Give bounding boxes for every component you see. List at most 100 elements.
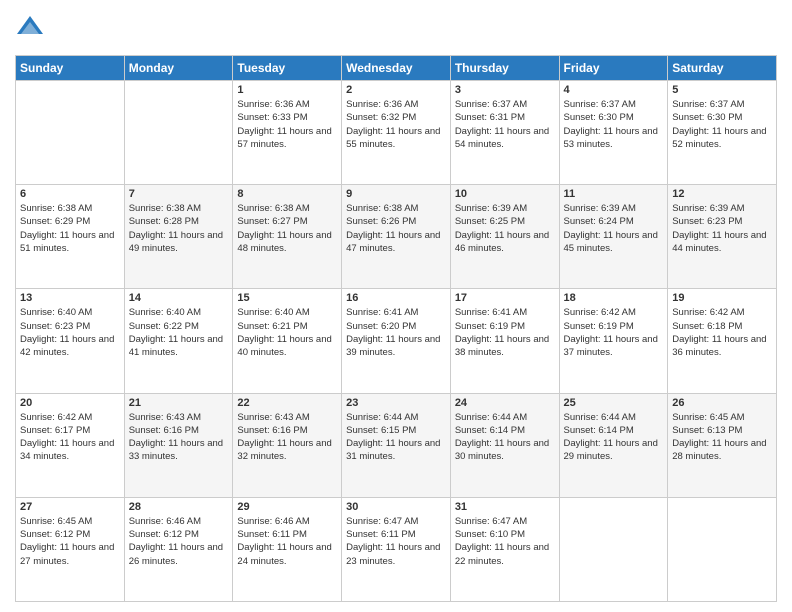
day-info: Sunrise: 6:42 AMSunset: 6:19 PMDaylight:… [564, 306, 664, 359]
day-info: Sunrise: 6:38 AMSunset: 6:26 PMDaylight:… [346, 202, 446, 255]
day-info: Sunrise: 6:38 AMSunset: 6:29 PMDaylight:… [20, 202, 120, 255]
day-info: Sunrise: 6:36 AMSunset: 6:32 PMDaylight:… [346, 98, 446, 151]
day-number: 22 [237, 397, 337, 409]
day-info: Sunrise: 6:43 AMSunset: 6:16 PMDaylight:… [237, 411, 337, 464]
day-number: 9 [346, 188, 446, 200]
calendar-cell: 5Sunrise: 6:37 AMSunset: 6:30 PMDaylight… [668, 81, 777, 185]
calendar-cell: 31 Sunrise: 6:47 AMSunset: 6:10 PMDayligh… [450, 497, 559, 601]
day-number: 26 [672, 397, 772, 409]
calendar-cell: 24 Sunrise: 6:44 AMSunset: 6:14 PMDayligh… [450, 393, 559, 497]
weekday-header-saturday: Saturday [668, 56, 777, 81]
calendar-cell: 30 Sunrise: 6:47 AMSunset: 6:11 PMDayligh… [342, 497, 451, 601]
day-info: Sunrise: 6:47 AMSunset: 6:10 PMDaylight:… [455, 515, 555, 568]
day-number: 23 [346, 397, 446, 409]
weekday-header-row: SundayMondayTuesdayWednesdayThursdayFrid… [16, 56, 777, 81]
day-number: 7 [129, 188, 229, 200]
day-info: Sunrise: 6:40 AMSunset: 6:22 PMDaylight:… [129, 306, 229, 359]
day-info: Sunrise: 6:43 AMSunset: 6:16 PMDaylight:… [129, 411, 229, 464]
day-number: 1 [237, 84, 337, 96]
day-number: 30 [346, 501, 446, 513]
day-info: Sunrise: 6:40 AMSunset: 6:21 PMDaylight:… [237, 306, 337, 359]
day-info: Sunrise: 6:46 AMSunset: 6:11 PMDaylight:… [237, 515, 337, 568]
day-info: Sunrise: 6:42 AMSunset: 6:17 PMDaylight:… [20, 411, 120, 464]
day-info: Sunrise: 6:37 AMSunset: 6:30 PMDaylight:… [672, 98, 772, 151]
calendar-cell: 18 Sunrise: 6:42 AMSunset: 6:19 PMDayligh… [559, 289, 668, 393]
calendar-cell: 8Sunrise: 6:38 AMSunset: 6:27 PMDaylight… [233, 185, 342, 289]
day-number: 10 [455, 188, 555, 200]
calendar-cell: 23 Sunrise: 6:44 AMSunset: 6:15 PMDayligh… [342, 393, 451, 497]
calendar-cell: 2 Sunrise: 6:36 AMSunset: 6:32 PMDaylight… [342, 81, 451, 185]
calendar-table: SundayMondayTuesdayWednesdayThursdayFrid… [15, 55, 777, 602]
logo [15, 10, 49, 47]
weekday-header-wednesday: Wednesday [342, 56, 451, 81]
day-number: 14 [129, 292, 229, 304]
calendar-cell: 1 Sunrise: 6:36 AMSunset: 6:33 PMDaylight… [233, 81, 342, 185]
calendar-cell [16, 81, 125, 185]
calendar-week-1: 1 Sunrise: 6:36 AMSunset: 6:33 PMDaylight… [16, 81, 777, 185]
day-info: Sunrise: 6:40 AMSunset: 6:23 PMDaylight:… [20, 306, 120, 359]
weekday-header-thursday: Thursday [450, 56, 559, 81]
day-number: 4 [564, 84, 664, 96]
day-number: 17 [455, 292, 555, 304]
day-info: Sunrise: 6:41 AMSunset: 6:19 PMDaylight:… [455, 306, 555, 359]
day-info: Sunrise: 6:47 AMSunset: 6:11 PMDaylight:… [346, 515, 446, 568]
day-number: 29 [237, 501, 337, 513]
day-info: Sunrise: 6:45 AMSunset: 6:13 PMDaylight:… [672, 411, 772, 464]
day-number: 31 [455, 501, 555, 513]
day-info: Sunrise: 6:44 AMSunset: 6:14 PMDaylight:… [455, 411, 555, 464]
calendar-cell: 26 Sunrise: 6:45 AMSunset: 6:13 PMDayligh… [668, 393, 777, 497]
day-number: 15 [237, 292, 337, 304]
day-number: 28 [129, 501, 229, 513]
day-number: 25 [564, 397, 664, 409]
day-number: 18 [564, 292, 664, 304]
calendar-cell: 10Sunrise: 6:39 AMSunset: 6:25 PMDayligh… [450, 185, 559, 289]
calendar-cell: 4 Sunrise: 6:37 AMSunset: 6:30 PMDaylight… [559, 81, 668, 185]
day-info: Sunrise: 6:46 AMSunset: 6:12 PMDaylight:… [129, 515, 229, 568]
calendar-cell: 12 Sunrise: 6:39 AMSunset: 6:23 PMDayligh… [668, 185, 777, 289]
day-info: Sunrise: 6:44 AMSunset: 6:15 PMDaylight:… [346, 411, 446, 464]
calendar-page: SundayMondayTuesdayWednesdayThursdayFrid… [0, 0, 792, 612]
calendar-cell: 29 Sunrise: 6:46 AMSunset: 6:11 PMDayligh… [233, 497, 342, 601]
day-info: Sunrise: 6:41 AMSunset: 6:20 PMDaylight:… [346, 306, 446, 359]
calendar-cell: 20Sunrise: 6:42 AMSunset: 6:17 PMDayligh… [16, 393, 125, 497]
calendar-cell [124, 81, 233, 185]
day-number: 24 [455, 397, 555, 409]
day-info: Sunrise: 6:39 AMSunset: 6:23 PMDaylight:… [672, 202, 772, 255]
calendar-cell: 7 Sunrise: 6:38 AMSunset: 6:28 PMDaylight… [124, 185, 233, 289]
calendar-cell: 28 Sunrise: 6:46 AMSunset: 6:12 PMDayligh… [124, 497, 233, 601]
calendar-cell: 22 Sunrise: 6:43 AMSunset: 6:16 PMDayligh… [233, 393, 342, 497]
header [15, 10, 777, 47]
day-info: Sunrise: 6:37 AMSunset: 6:30 PMDaylight:… [564, 98, 664, 151]
day-info: Sunrise: 6:38 AMSunset: 6:28 PMDaylight:… [129, 202, 229, 255]
weekday-header-monday: Monday [124, 56, 233, 81]
calendar-week-4: 20Sunrise: 6:42 AMSunset: 6:17 PMDayligh… [16, 393, 777, 497]
day-info: Sunrise: 6:38 AMSunset: 6:27 PMDaylight:… [237, 202, 337, 255]
day-number: 19 [672, 292, 772, 304]
calendar-week-2: 6 Sunrise: 6:38 AMSunset: 6:29 PMDaylight… [16, 185, 777, 289]
day-number: 13 [20, 292, 120, 304]
day-info: Sunrise: 6:39 AMSunset: 6:24 PMDaylight:… [564, 202, 664, 255]
day-info: Sunrise: 6:42 AMSunset: 6:18 PMDaylight:… [672, 306, 772, 359]
calendar-cell: 13 Sunrise: 6:40 AMSunset: 6:23 PMDayligh… [16, 289, 125, 393]
calendar-week-3: 13 Sunrise: 6:40 AMSunset: 6:23 PMDayligh… [16, 289, 777, 393]
calendar-cell: 27Sunrise: 6:45 AMSunset: 6:12 PMDayligh… [16, 497, 125, 601]
calendar-cell: 21Sunrise: 6:43 AMSunset: 6:16 PMDayligh… [124, 393, 233, 497]
day-number: 6 [20, 188, 120, 200]
calendar-cell: 14 Sunrise: 6:40 AMSunset: 6:22 PMDayligh… [124, 289, 233, 393]
day-info: Sunrise: 6:44 AMSunset: 6:14 PMDaylight:… [564, 411, 664, 464]
logo-icon [15, 12, 45, 47]
day-number: 2 [346, 84, 446, 96]
calendar-cell: 19 Sunrise: 6:42 AMSunset: 6:18 PMDayligh… [668, 289, 777, 393]
day-number: 11 [564, 188, 664, 200]
calendar-cell [668, 497, 777, 601]
calendar-cell: 6 Sunrise: 6:38 AMSunset: 6:29 PMDaylight… [16, 185, 125, 289]
day-info: Sunrise: 6:37 AMSunset: 6:31 PMDaylight:… [455, 98, 555, 151]
day-info: Sunrise: 6:45 AMSunset: 6:12 PMDaylight:… [20, 515, 120, 568]
calendar-cell: 25 Sunrise: 6:44 AMSunset: 6:14 PMDayligh… [559, 393, 668, 497]
day-info: Sunrise: 6:36 AMSunset: 6:33 PMDaylight:… [237, 98, 337, 151]
weekday-header-tuesday: Tuesday [233, 56, 342, 81]
weekday-header-friday: Friday [559, 56, 668, 81]
calendar-cell: 9 Sunrise: 6:38 AMSunset: 6:26 PMDaylight… [342, 185, 451, 289]
day-number: 3 [455, 84, 555, 96]
day-number: 12 [672, 188, 772, 200]
